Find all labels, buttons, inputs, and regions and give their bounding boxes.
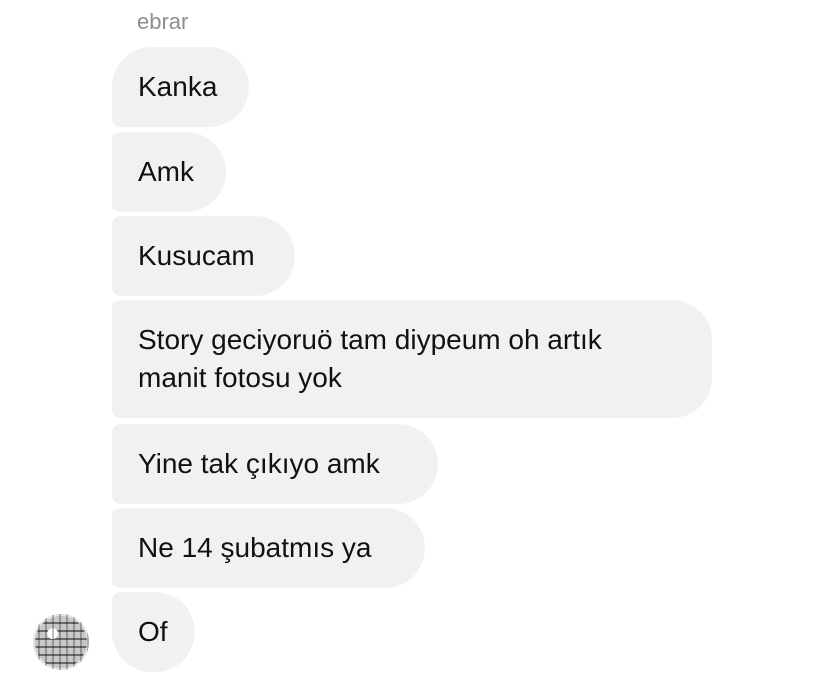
sender-name: ebrar xyxy=(137,9,189,34)
message-text: Amk xyxy=(138,156,194,187)
message-text: Of xyxy=(138,616,168,647)
message-bubble[interactable]: Yine tak çıkıyo amk xyxy=(112,424,438,504)
message-text: Yine tak çıkıyo amk xyxy=(138,448,380,479)
message-bubble[interactable]: Kanka xyxy=(112,47,249,127)
message-bubble[interactable]: Ne 14 şubatmıs ya xyxy=(112,508,425,588)
message-text: Kusucam xyxy=(138,240,255,271)
message-text: Ne 14 şubatmıs ya xyxy=(138,532,372,563)
message-bubble[interactable]: Amk xyxy=(112,132,226,212)
message-bubble[interactable]: Story geciyoruö tam diypeum oh artık man… xyxy=(112,300,712,418)
message-text: Story geciyoruö tam diypeum oh artık man… xyxy=(138,324,602,393)
message-bubble[interactable]: Kusucam xyxy=(112,216,295,296)
disco-ball-avatar-icon[interactable] xyxy=(33,614,89,670)
message-bubble[interactable]: Of xyxy=(112,592,195,672)
message-text: Kanka xyxy=(138,71,218,102)
